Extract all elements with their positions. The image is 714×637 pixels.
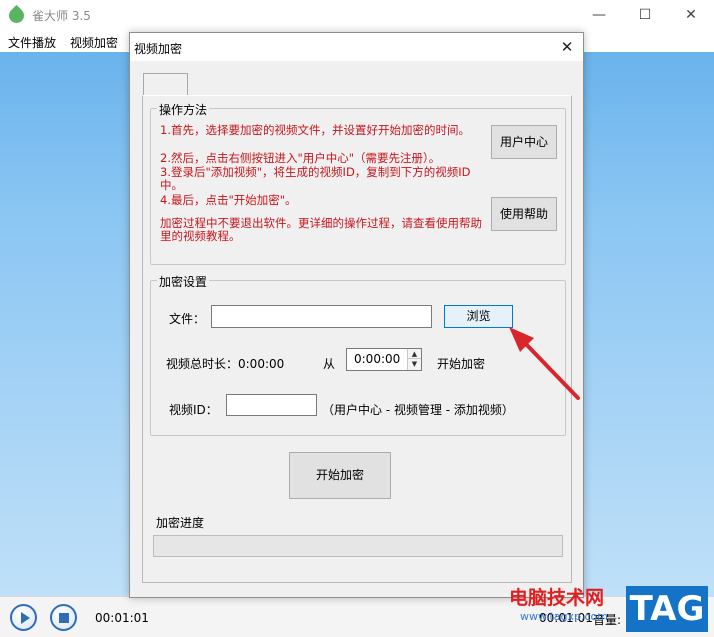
main-titlebar: 雀大师 3.5 — ☐ ✕ bbox=[0, 0, 714, 30]
minimize-button[interactable]: — bbox=[576, 0, 622, 30]
video-id-input[interactable] bbox=[226, 394, 317, 416]
watermark-badge: TAG bbox=[626, 586, 708, 632]
start-encrypt-button[interactable]: 开始加密 bbox=[289, 452, 391, 499]
video-encrypt-dialog: 视频加密 ✕ 操作方法 1.首先，选择要加密的视频文件，并设置好开始加密的时间。… bbox=[129, 32, 584, 598]
howto-legend: 操作方法 bbox=[157, 101, 210, 118]
watermark-url: www.tagxp.com bbox=[520, 610, 608, 623]
from-label: 从 bbox=[323, 357, 336, 371]
video-id-hint: （用户中心 - 视频管理 - 添加视频） bbox=[322, 403, 514, 417]
file-path-input[interactable] bbox=[211, 305, 432, 328]
instruction-step-3: 3.登录后"添加视频"，将生成的视频ID，复制到下方的视频ID中。 bbox=[160, 165, 471, 192]
browse-button[interactable]: 浏览 bbox=[444, 305, 513, 328]
video-duration-label: 视频总时长：0:00:00 bbox=[166, 357, 285, 371]
settings-group: 加密设置 文件： 浏览 视频总时长：0:00:00 从 0:00:00 ▲ ▼ … bbox=[150, 273, 566, 436]
instruction-step-4: 4.最后，点击"开始加密"。 bbox=[160, 193, 297, 207]
instruction-note: 加密过程中不要退出软件。更详细的操作过程，请查看使用帮助里的视频教程。 bbox=[160, 216, 482, 243]
help-button[interactable]: 使用帮助 bbox=[491, 197, 557, 231]
file-label: 文件： bbox=[169, 312, 206, 326]
watermark-site-name: 电脑技术网 bbox=[509, 587, 605, 609]
app-logo-icon bbox=[5, 4, 28, 27]
start-encrypt-label: 开始加密 bbox=[437, 357, 486, 371]
stop-button[interactable] bbox=[50, 604, 77, 631]
play-button[interactable] bbox=[10, 604, 37, 631]
play-icon bbox=[21, 612, 30, 624]
progress-label: 加密进度 bbox=[156, 516, 205, 530]
dialog-title: 视频加密 bbox=[134, 42, 183, 56]
maximize-button[interactable]: ☐ bbox=[622, 0, 668, 30]
encrypt-progress-bar bbox=[153, 535, 563, 557]
start-time-spinner[interactable]: 0:00:00 ▲ ▼ bbox=[346, 348, 422, 371]
close-window-button[interactable]: ✕ bbox=[668, 0, 714, 30]
dialog-close-button[interactable]: ✕ bbox=[556, 36, 578, 58]
spin-up-icon[interactable]: ▲ bbox=[407, 349, 421, 359]
dialog-titlebar: 视频加密 ✕ bbox=[130, 33, 583, 61]
howto-group: 操作方法 1.首先，选择要加密的视频文件，并设置好开始加密的时间。 2.然后，点… bbox=[150, 101, 566, 265]
elapsed-time: 00:01:01 bbox=[95, 611, 149, 625]
instruction-step-1: 1.首先，选择要加密的视频文件，并设置好开始加密的时间。 bbox=[160, 123, 470, 137]
spin-down-icon[interactable]: ▼ bbox=[407, 359, 421, 370]
video-id-label: 视频ID： bbox=[169, 403, 218, 417]
settings-legend: 加密设置 bbox=[157, 273, 210, 290]
start-time-value: 0:00:00 bbox=[354, 352, 401, 366]
menu-file-playback[interactable]: 文件播放 bbox=[8, 34, 56, 51]
tab-encrypt[interactable] bbox=[143, 73, 188, 96]
menu-video-encrypt[interactable]: 视频加密 bbox=[70, 34, 118, 51]
stop-icon bbox=[59, 613, 69, 623]
app-title: 雀大师 3.5 bbox=[32, 9, 91, 23]
user-center-button[interactable]: 用户中心 bbox=[491, 125, 557, 159]
instruction-step-2: 2.然后，点击右侧按钮进入"用户中心"（需要先注册）。 bbox=[160, 151, 441, 165]
